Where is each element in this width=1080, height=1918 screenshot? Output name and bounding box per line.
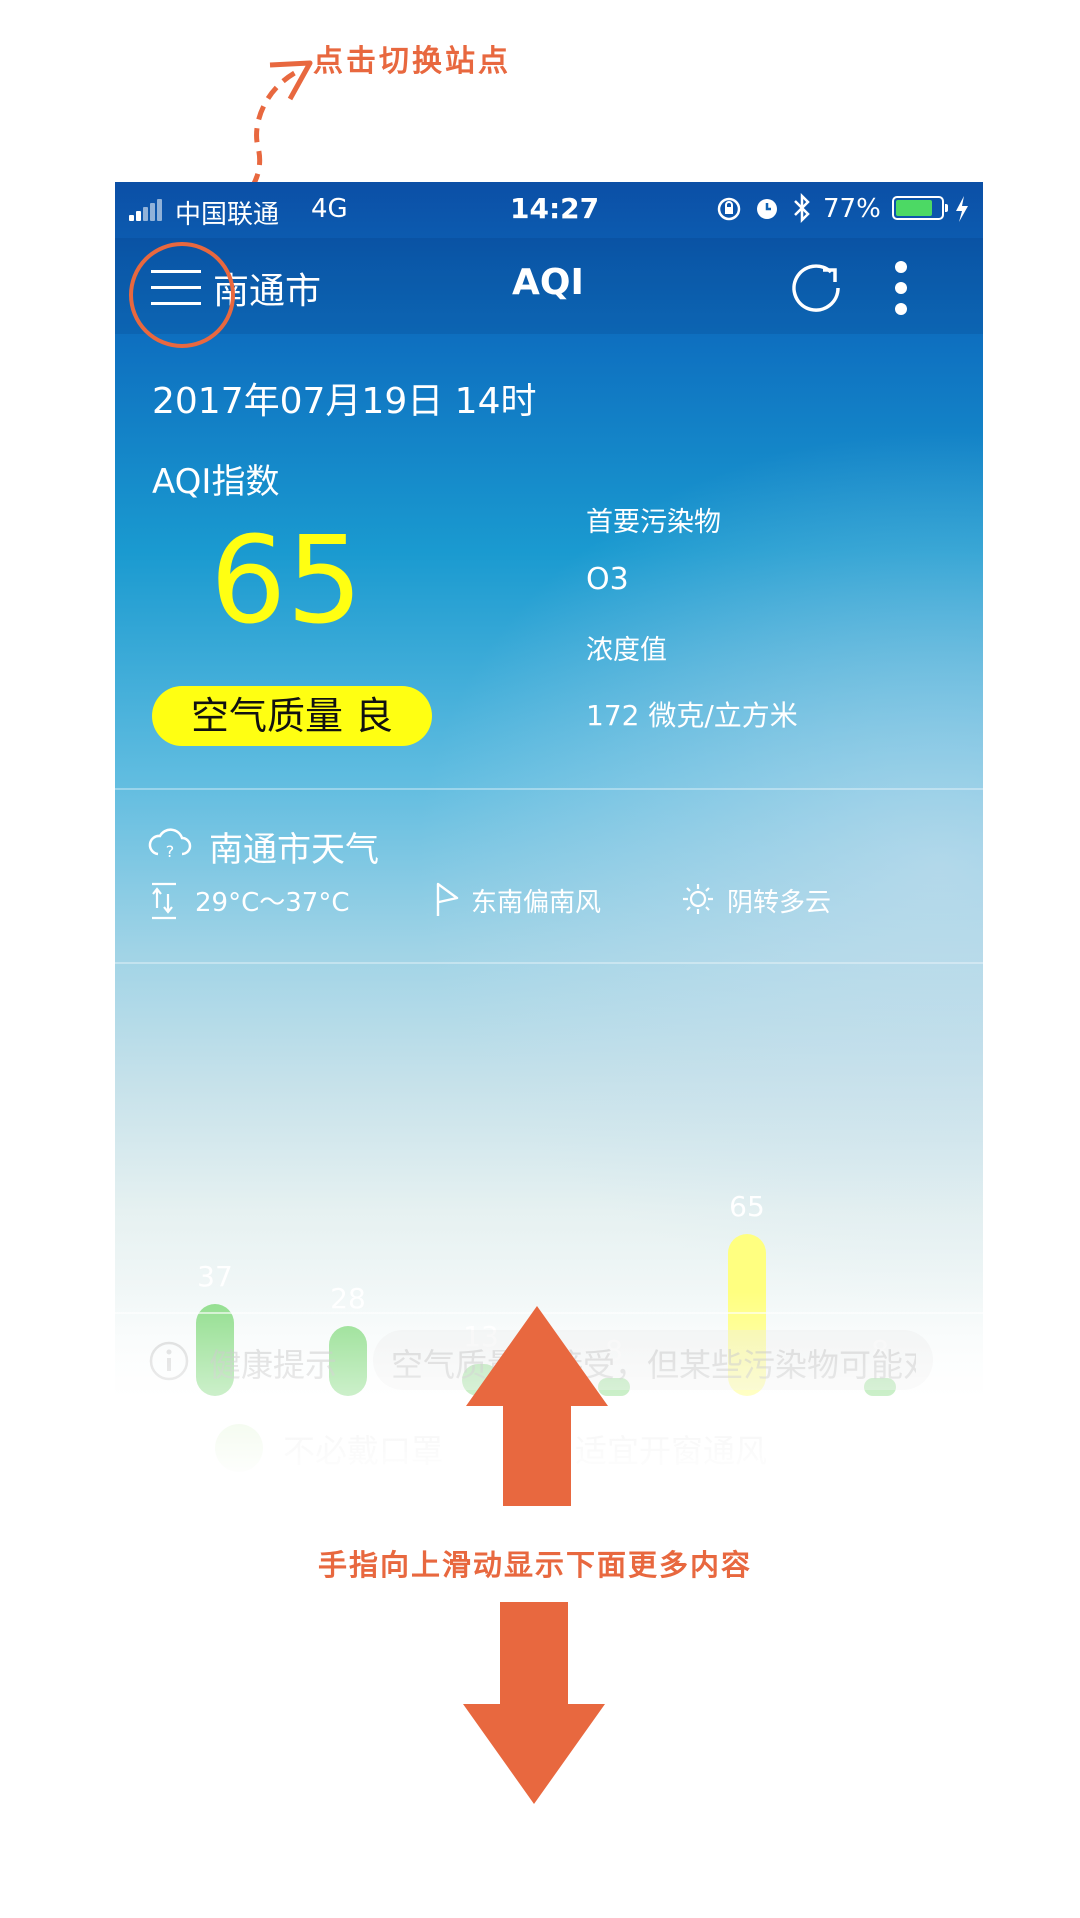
concentration-label: 浓度值 — [586, 635, 667, 666]
sun-icon — [683, 884, 713, 914]
wind-direction: 东南偏南风 — [471, 888, 602, 918]
chart-value-label: 28 — [330, 1282, 366, 1315]
alarm-icon — [757, 199, 777, 219]
bluetooth-icon — [794, 192, 810, 224]
switch-station-annotation: 点击切换站点 — [313, 44, 511, 79]
aqi-datetime: 2017年07月19日 14时 — [152, 381, 537, 422]
aqi-value: 65 — [210, 512, 363, 651]
weather-title: 南通市天气 — [209, 830, 379, 870]
mask-advice: 不必戴口罩 — [283, 1432, 444, 1470]
wind-flag-icon — [436, 882, 459, 916]
status-bar: 中国联通 4G 14:27 77% — [115, 182, 983, 238]
chart-value-label: 65 — [729, 1189, 765, 1223]
primary-pollutant-value: O3 — [586, 562, 629, 597]
chart-value-label: 37 — [197, 1259, 233, 1293]
health-tip-label: 健康提示 — [209, 1346, 338, 1384]
battery-icon — [892, 196, 948, 220]
primary-pollutant-label: 首要污染物 — [586, 507, 721, 538]
network-type: 4G — [311, 194, 348, 224]
weather-condition: 阴转多云 — [727, 888, 832, 918]
swipe-up-arrow-icon — [466, 1306, 608, 1506]
air-quality-badge: 空气质量 良 — [152, 686, 432, 746]
concentration-value: 172 微克/立方米 — [586, 699, 798, 732]
info-icon — [149, 1341, 189, 1381]
signal-icon — [129, 199, 163, 221]
carrier-name: 中国联通 — [175, 200, 280, 230]
refresh-icon[interactable] — [789, 260, 843, 314]
page-title: AQI — [512, 262, 584, 303]
section-divider — [115, 788, 983, 790]
nav-bar: 南通市 AQI — [115, 238, 983, 334]
temperature-icon — [152, 882, 176, 920]
charging-icon — [956, 196, 968, 222]
chart-category-label: CO — [857, 1412, 903, 1447]
swipe-down-arrow-icon — [463, 1602, 605, 1804]
highlight-circle — [129, 242, 235, 348]
mask-icon — [215, 1424, 263, 1472]
rotation-lock-icon — [717, 197, 741, 221]
battery-percent: 77% — [823, 194, 881, 224]
clock: 14:27 — [510, 192, 600, 225]
svg-text:?: ? — [166, 842, 175, 861]
section-divider — [115, 962, 983, 964]
temperature-range: 29°C～37°C — [195, 888, 350, 918]
phone-screen: 中国联通 4G 14:27 77% 南通市 AQI 2017年07月19日 14… — [115, 182, 983, 1502]
swipe-hint-annotation: 手指向上滑动显示下面更多内容 — [318, 1548, 753, 1582]
cloud-question-icon: ? — [148, 828, 192, 861]
more-vertical-icon[interactable] — [891, 260, 911, 316]
aqi-label: AQI指数 — [152, 462, 280, 502]
